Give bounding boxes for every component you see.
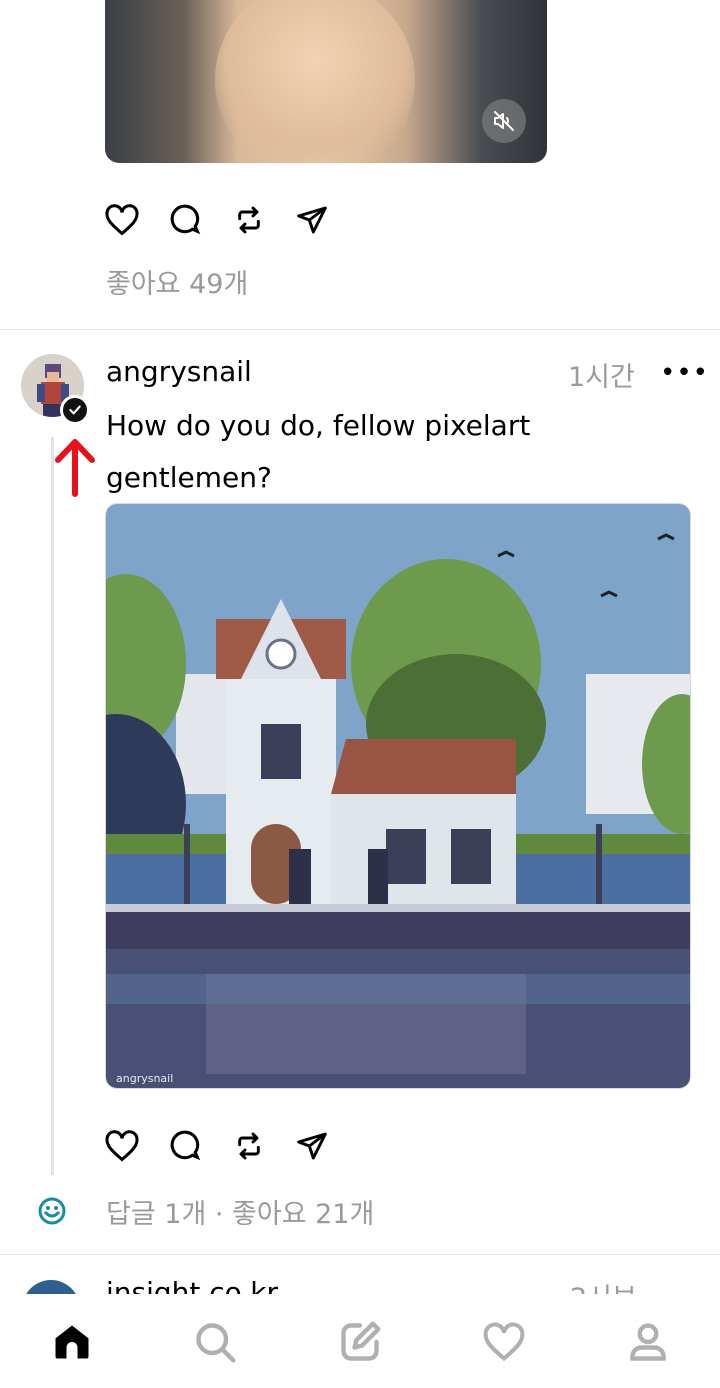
post-username[interactable]: angrysnail	[106, 355, 252, 388]
send-icon	[297, 1132, 327, 1160]
like-count[interactable]: 좋아요 49개	[106, 262, 248, 301]
nav-search[interactable]	[189, 1316, 241, 1368]
comment-icon	[170, 204, 201, 235]
video-frame	[215, 0, 415, 163]
nav-activity[interactable]	[478, 1316, 530, 1368]
nav-home[interactable]	[46, 1316, 98, 1368]
more-options-button[interactable]: •••	[660, 358, 709, 388]
comment-button[interactable]	[166, 200, 206, 240]
like-button[interactable]	[102, 1126, 142, 1166]
profile-icon	[630, 1323, 666, 1361]
like-button[interactable]	[102, 200, 142, 240]
heart-icon	[105, 1130, 139, 1162]
post-time: 1시간	[568, 362, 635, 393]
post-text: How do you do, fellow pixelart gentlemen…	[106, 409, 531, 494]
reply-avatar[interactable]	[38, 1197, 66, 1225]
compose-icon	[341, 1321, 381, 1361]
mute-button[interactable]	[482, 99, 526, 143]
send-icon	[297, 206, 327, 234]
repost-icon	[238, 206, 260, 234]
verified-check-icon	[69, 405, 81, 415]
post-image[interactable]: angrysnail	[105, 503, 691, 1089]
post-divider	[0, 1254, 720, 1255]
repost-button[interactable]	[229, 1126, 269, 1166]
post-stats[interactable]: 답글 1개 · 좋아요 21개	[106, 1192, 374, 1231]
mute-icon	[494, 111, 514, 131]
heart-icon	[483, 1322, 525, 1362]
comment-button[interactable]	[166, 1126, 206, 1166]
annotation-arrow-icon	[55, 439, 95, 497]
post-divider	[0, 329, 720, 330]
image-watermark: angrysnail	[116, 1072, 173, 1085]
share-button[interactable]	[292, 1126, 332, 1166]
heart-icon	[105, 204, 139, 236]
post-video[interactable]	[105, 0, 547, 163]
repost-button[interactable]	[229, 200, 269, 240]
comment-icon	[170, 1130, 201, 1161]
reply-avatar-icon	[38, 1197, 66, 1225]
thread-line	[51, 437, 54, 1175]
nav-compose[interactable]	[334, 1316, 386, 1368]
verified-badge	[60, 395, 90, 425]
pixel-art-image: angrysnail	[106, 504, 690, 1088]
nav-profile[interactable]	[622, 1316, 674, 1368]
bottom-nav	[0, 1294, 720, 1388]
search-icon	[196, 1323, 236, 1363]
share-button[interactable]	[292, 200, 332, 240]
repost-icon	[238, 1132, 260, 1160]
home-icon	[55, 1325, 89, 1359]
